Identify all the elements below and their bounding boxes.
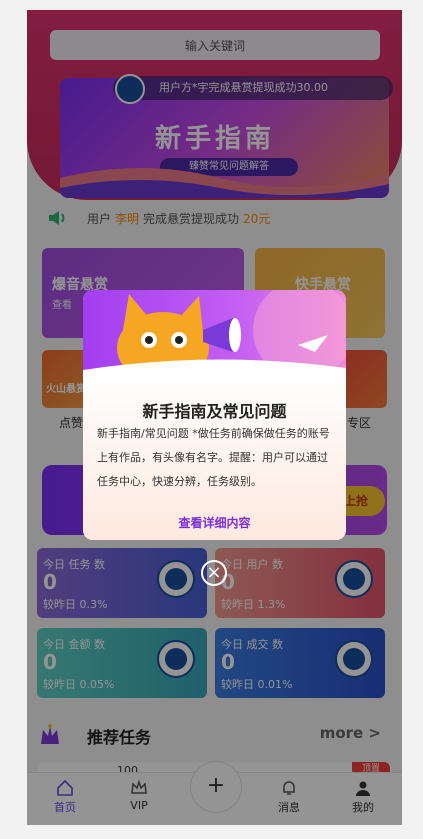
- modal-title: 新手指南及常见问题: [142, 402, 287, 421]
- modal-text: 新手指南/常见问题 *做任务前确保做任务的账号上有作品，有头像有名字。提醒：用户…: [97, 427, 330, 488]
- app-screen: 输入关键词 新手指南 臻赞常见问题解答 用户方*宇完成悬赏提现成功30.00 用…: [27, 10, 402, 825]
- guide-modal: 新手指南及常见问题 新手指南/常见问题 *做任务前确保做任务的账号上有作品，有头…: [83, 290, 346, 540]
- modal-header: [83, 290, 346, 382]
- cat-mascot-icon: [83, 290, 346, 382]
- view-details-link[interactable]: 查看详细内容: [83, 514, 346, 531]
- close-icon[interactable]: ×: [201, 560, 227, 586]
